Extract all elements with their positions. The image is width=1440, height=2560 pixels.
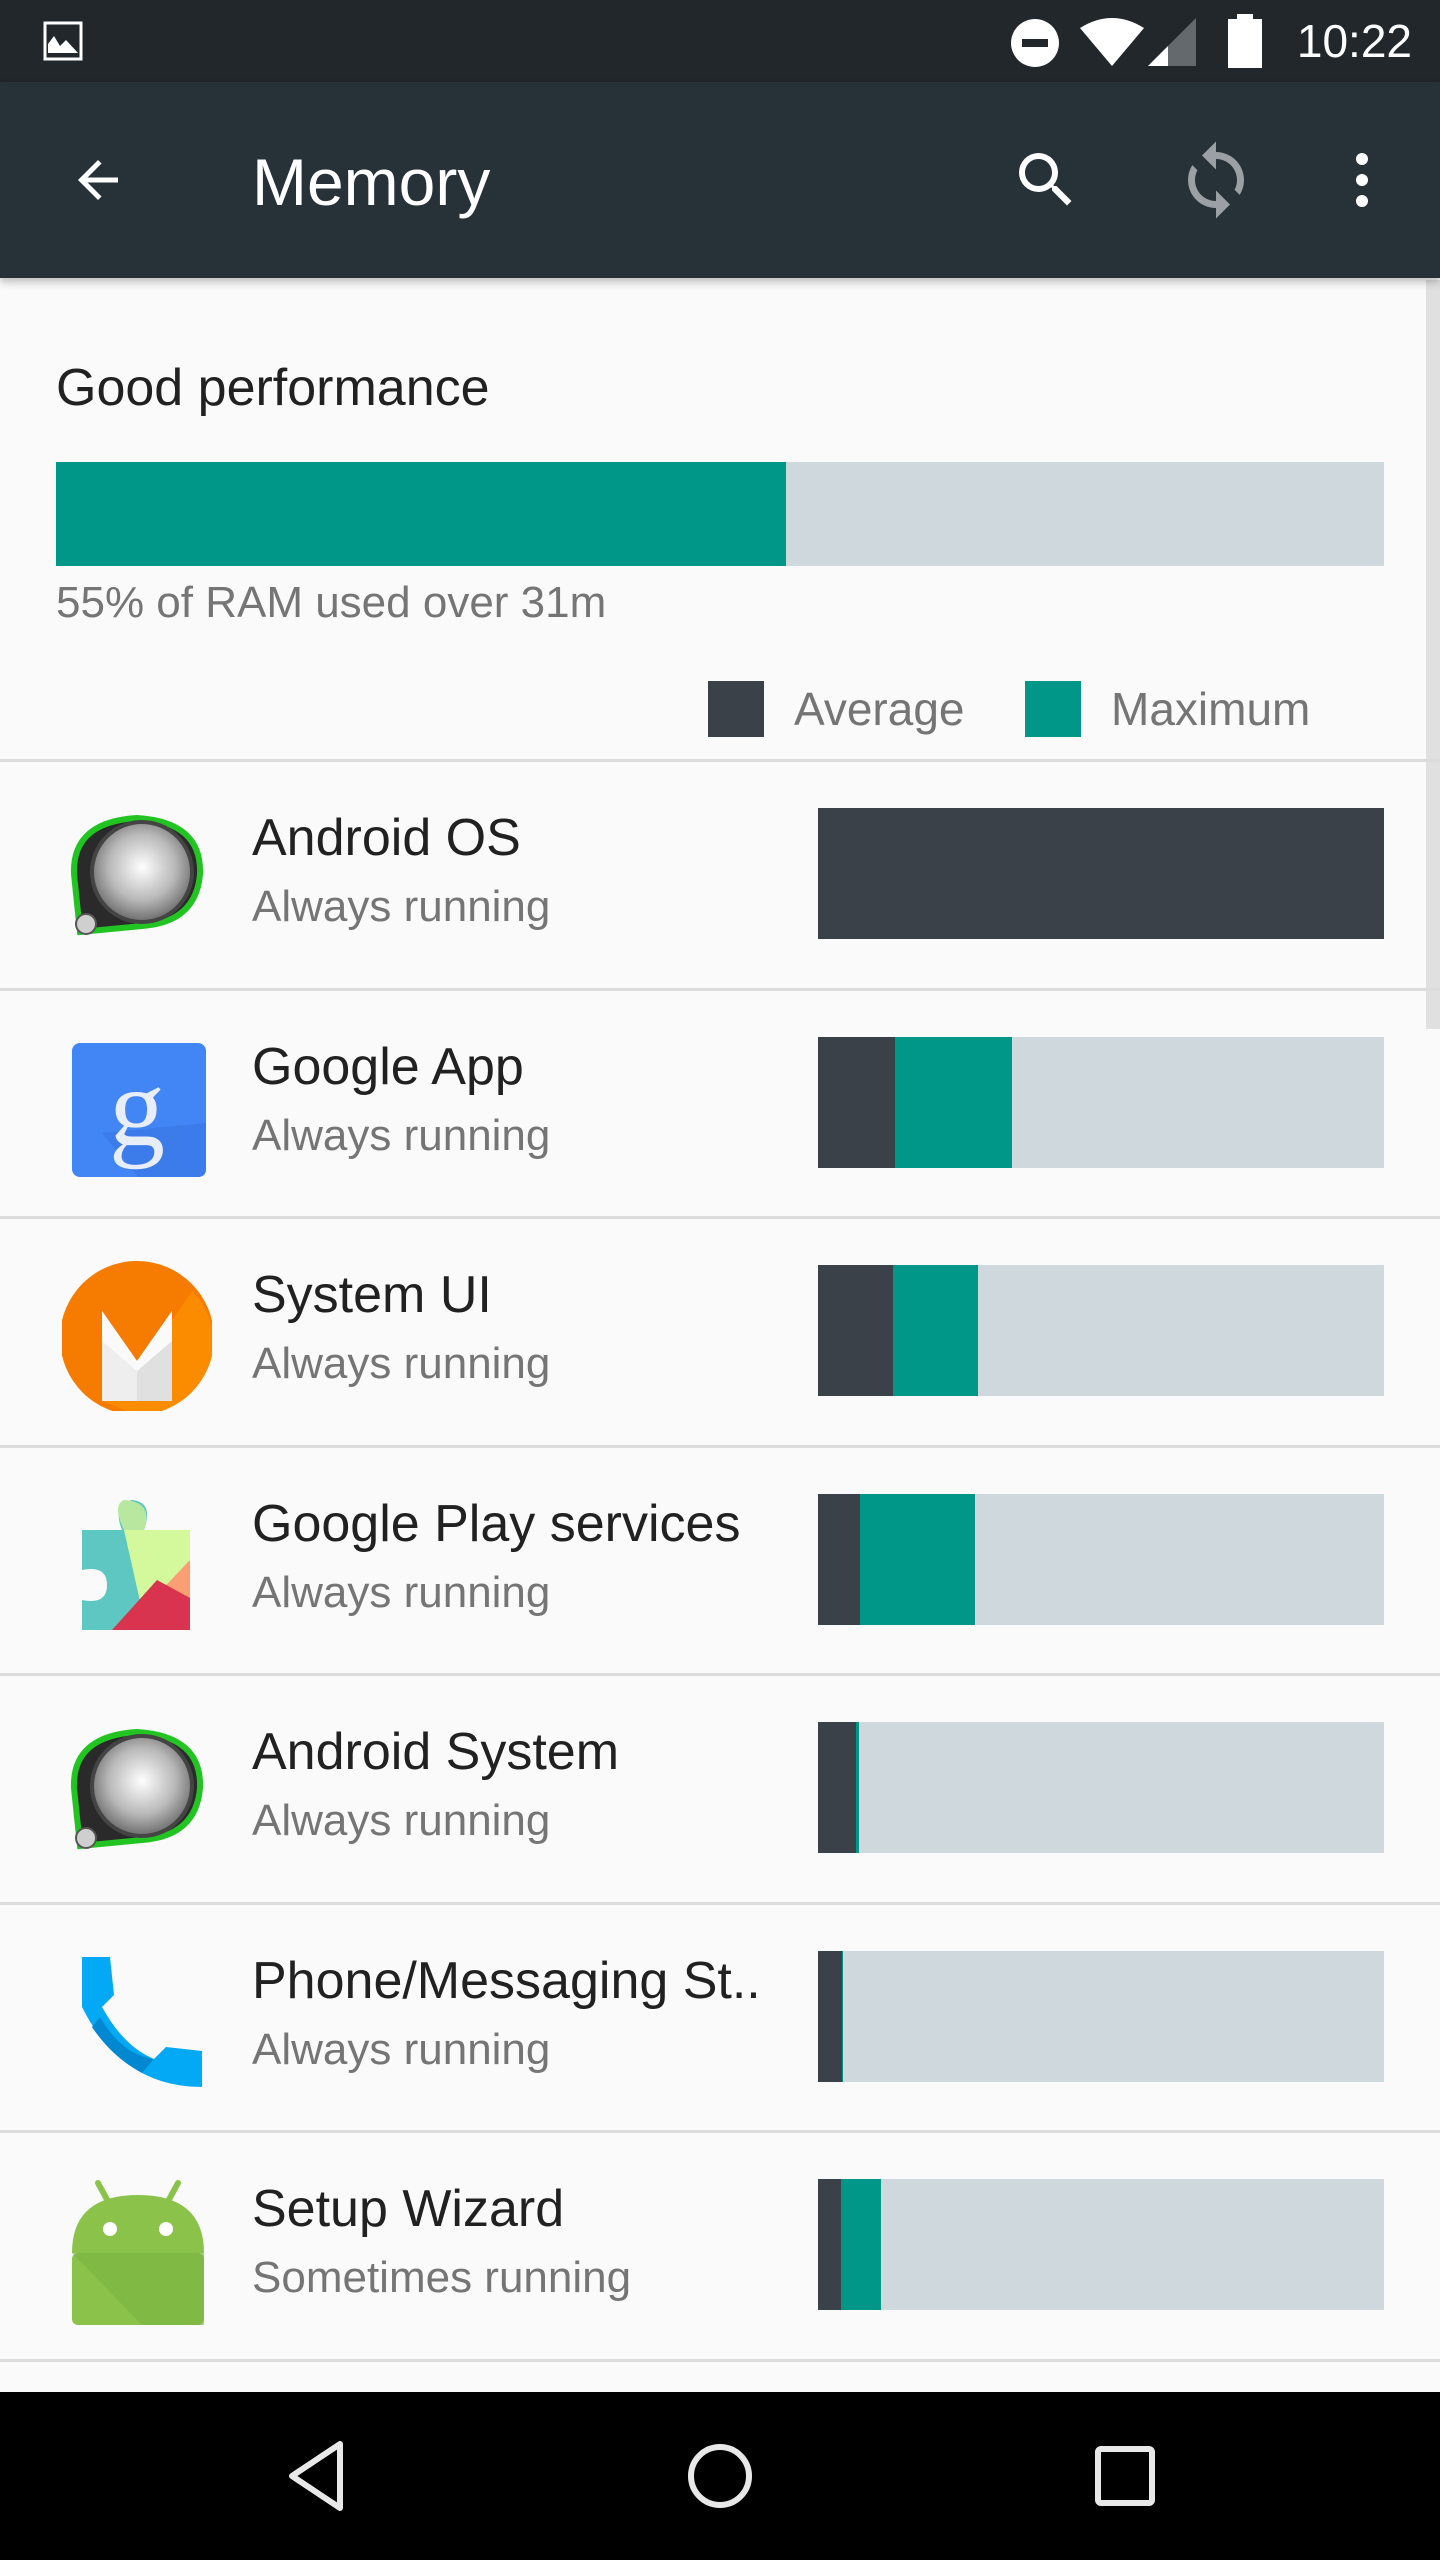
- memory-average-fill: [818, 808, 1384, 939]
- app-name: Android System: [252, 1723, 620, 1781]
- google-play-services-icon: [62, 1490, 212, 1640]
- wifi-icon: [1080, 18, 1144, 66]
- arrow-back-icon: [78, 160, 118, 200]
- app-row[interactable]: g Google App Always running: [0, 987, 1440, 1216]
- more-vert-icon: [1356, 153, 1368, 207]
- app-row[interactable]: Android OS Always running: [0, 759, 1440, 987]
- app-name: Phone/Messaging St..: [252, 1951, 761, 2010]
- google-app-icon: g: [62, 1033, 212, 1183]
- app-running-status: Always running: [252, 1110, 551, 1160]
- app-row[interactable]: Phone/Messaging St.. Always running: [0, 1901, 1440, 2130]
- android-system-icon: [62, 1718, 212, 1868]
- memory-average-fill: [818, 1036, 895, 1168]
- memory-average-fill: [818, 1950, 843, 2082]
- memory-content: Good performance 55% of RAM used over 31…: [0, 278, 1440, 2392]
- app-running-status: Always running: [252, 882, 551, 931]
- legend-label-average: Average: [794, 683, 965, 735]
- memory-average-fill: [818, 1493, 860, 1625]
- home-nav-icon: [688, 2444, 752, 2508]
- memory-average-fill: [818, 2179, 841, 2310]
- performance-title: Good performance: [56, 359, 490, 417]
- phone-icon: [62, 1947, 212, 2097]
- app-name: Android OS: [252, 809, 521, 867]
- legend-label-maximum: Maximum: [1111, 683, 1311, 735]
- back-button[interactable]: [50, 132, 146, 228]
- ram-usage-fill: [56, 462, 787, 566]
- android-os-icon: [62, 804, 212, 954]
- more-options-button[interactable]: [1314, 132, 1410, 228]
- search-button[interactable]: [998, 132, 1094, 228]
- app-name: Google App: [252, 1037, 524, 1096]
- app-row[interactable]: System UI Always running: [0, 1216, 1440, 1444]
- recents-nav-icon: [1095, 2446, 1155, 2506]
- refresh-button[interactable]: [1168, 132, 1264, 228]
- do-not-disturb-icon: [1011, 19, 1059, 67]
- status-bar: 10:22: [0, 0, 1440, 82]
- android-robot-icon: [62, 2175, 212, 2325]
- nav-back-button[interactable]: [256, 2428, 376, 2524]
- list-divider: [0, 2358, 1440, 2393]
- app-row[interactable]: Setup Wizard Sometimes running: [0, 2130, 1440, 2358]
- app-running-status: Always running: [252, 2024, 551, 2074]
- app-memory-bar: [818, 1950, 1384, 2082]
- legend-swatch-average: [708, 681, 764, 737]
- nav-recents-button[interactable]: [1065, 2428, 1185, 2524]
- app-running-status: Always running: [252, 1567, 551, 1617]
- app-name: Google Play services: [252, 1494, 741, 1553]
- app-row[interactable]: Android System Always running: [0, 1673, 1440, 1901]
- app-name: Setup Wizard: [252, 2180, 565, 2238]
- legend-average: Average: [708, 680, 965, 738]
- page-title: Memory: [252, 145, 491, 219]
- svg-text:g: g: [109, 1046, 165, 1170]
- navigation-bar: [0, 2392, 1440, 2560]
- app-running-status: Always running: [252, 1796, 551, 1845]
- app-memory-bar: [818, 1722, 1384, 1853]
- app-name: System UI: [252, 1266, 492, 1324]
- ram-usage-bar: [56, 462, 1384, 566]
- app-toolbar: Memory: [0, 82, 1440, 278]
- image-notification-icon: [43, 21, 83, 61]
- app-memory-bar: [818, 1036, 1384, 1168]
- app-memory-bar: [818, 808, 1384, 939]
- app-running-status: Always running: [252, 1339, 551, 1388]
- refresh-icon: [1188, 141, 1244, 219]
- app-running-status: Sometimes running: [252, 2253, 632, 2302]
- nav-home-button[interactable]: [660, 2428, 780, 2524]
- ram-usage-summary: 55% of RAM used over 31m: [56, 578, 607, 627]
- legend-maximum: Maximum: [1025, 680, 1310, 738]
- app-memory-bar: [818, 1493, 1384, 1625]
- status-time: 10:22: [1296, 15, 1412, 67]
- memory-average-fill: [818, 1722, 856, 1853]
- battery-icon: [1228, 14, 1262, 68]
- memory-average-fill: [818, 1265, 894, 1396]
- app-row[interactable]: Google Play services Always running: [0, 1444, 1440, 1673]
- back-nav-icon: [289, 2441, 343, 2511]
- app-memory-bar: [818, 1265, 1384, 1396]
- system-ui-icon: [60, 1261, 214, 1415]
- app-memory-bar: [818, 2179, 1384, 2310]
- cell-signal-icon: [1148, 18, 1196, 66]
- legend-swatch-maximum: [1025, 681, 1081, 737]
- search-icon: [1019, 153, 1072, 206]
